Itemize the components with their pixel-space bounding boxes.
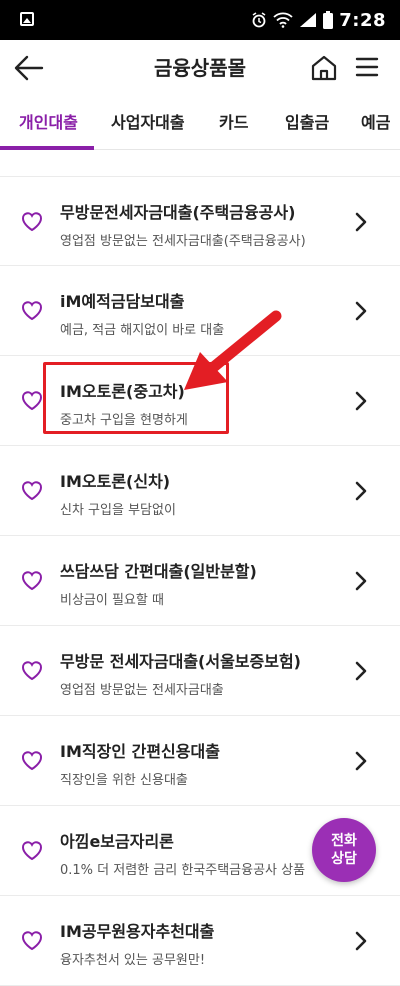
product-subtitle: 융자추천서 있는 공무원만! <box>60 953 206 968</box>
product-title: 아낌e보금자리론 <box>60 832 174 851</box>
chevron-right-icon <box>355 301 367 321</box>
list-item[interactable]: 무방문 전세자금대출(서울보증보험) 영업점 방문없는 전세자금대출 <box>0 626 400 716</box>
chevron-right-icon <box>355 661 367 681</box>
product-subtitle: 비상금이 필요할 때 <box>60 593 164 608</box>
heart-icon[interactable] <box>20 569 44 591</box>
active-tab-indicator <box>0 146 94 150</box>
gallery-icon <box>20 12 34 26</box>
back-arrow-icon[interactable] <box>14 54 44 82</box>
chevron-right-icon <box>355 931 367 951</box>
tab-card[interactable]: 카드 <box>219 98 248 148</box>
tab-deposit-withdrawal[interactable]: 입출금 <box>285 98 329 148</box>
product-subtitle: 영업점 방문없는 전세자금대출 <box>60 683 224 698</box>
heart-icon[interactable] <box>20 659 44 681</box>
chevron-right-icon <box>355 481 367 501</box>
product-title: iM예적금담보대출 <box>60 292 185 311</box>
call-consult-label-line1: 전화 <box>331 833 357 849</box>
tab-savings[interactable]: 예금 <box>361 98 390 148</box>
product-subtitle: 영업점 방문없는 전세자금대출(주택금융공사) <box>60 234 306 249</box>
product-title: IM직장인 간편신용대출 <box>60 742 220 761</box>
chevron-right-icon <box>355 751 367 771</box>
category-tabs: 개인대출 사업자대출 카드 입출금 예금 <box>0 98 400 150</box>
product-subtitle: 신차 구입을 부담없이 <box>60 503 176 518</box>
product-title: IM공무원용자추천대출 <box>60 922 215 941</box>
signal-icon <box>300 13 317 27</box>
alarm-icon <box>252 12 266 28</box>
heart-icon[interactable] <box>20 299 44 321</box>
product-title: 무방문전세자금대출(주택금융공사) <box>60 203 296 222</box>
heart-icon[interactable] <box>20 929 44 951</box>
status-icons: 7:28 <box>251 0 386 40</box>
call-consult-label-line2: 상담 <box>331 851 357 867</box>
chevron-right-icon <box>355 571 367 591</box>
product-title: IM오토론(신차) <box>60 472 171 491</box>
status-time: 7:28 <box>339 9 386 31</box>
heart-icon[interactable] <box>20 479 44 501</box>
chevron-right-icon <box>355 212 367 232</box>
heart-icon[interactable] <box>20 749 44 771</box>
heart-icon[interactable] <box>20 210 44 232</box>
list-item[interactable]: 쓰담쓰담 간편대출(일반분할) 비상금이 필요할 때 <box>0 536 400 626</box>
menu-icon[interactable] <box>355 56 379 78</box>
battery-icon <box>323 11 334 29</box>
list-item[interactable]: 무방문전세자금대출(주택금융공사) 영업점 방문없는 전세자금대출(주택금융공사… <box>0 176 400 266</box>
list-item[interactable]: IM공무원용자추천대출 융자추천서 있는 공무원만! <box>0 896 400 986</box>
home-icon[interactable] <box>310 54 338 82</box>
list-item[interactable]: IM오토론(신차) 신차 구입을 부담없이 <box>0 446 400 536</box>
product-subtitle: 직장인을 위한 신용대출 <box>60 773 188 788</box>
product-title: 무방문 전세자금대출(서울보증보험) <box>60 652 301 671</box>
page-title: 금융상품몰 <box>154 56 246 80</box>
call-consult-button[interactable]: 전화 상담 <box>312 818 376 882</box>
tab-business-loan[interactable]: 사업자대출 <box>111 98 185 148</box>
chevron-right-icon <box>355 391 367 411</box>
app-header: 금융상품몰 <box>0 40 400 96</box>
heart-icon[interactable] <box>20 389 44 411</box>
red-arrow-annotation <box>184 310 282 390</box>
product-subtitle: 0.1% 더 저렴한 금리 한국주택금융공사 상품 <box>60 863 306 878</box>
heart-icon[interactable] <box>20 839 44 861</box>
wifi-icon <box>273 12 293 28</box>
list-item[interactable]: IM직장인 간편신용대출 직장인을 위한 신용대출 <box>0 716 400 806</box>
tab-personal-loan[interactable]: 개인대출 <box>19 98 78 148</box>
status-bar: 7:28 <box>0 0 400 40</box>
product-title: 쓰담쓰담 간편대출(일반분할) <box>60 562 257 581</box>
